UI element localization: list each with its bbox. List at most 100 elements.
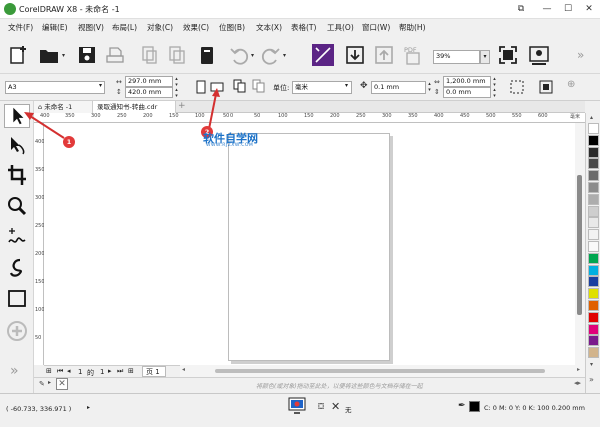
maximize-button[interactable]: ☐ [561,2,575,16]
freehand-tool-icon[interactable] [4,225,30,249]
color-swatch[interactable] [588,311,599,323]
shape-tool-icon[interactable] [4,133,30,157]
zoom-dropdown-icon[interactable]: ▾ [480,50,490,64]
color-swatch[interactable] [588,229,599,241]
horizontal-scroll-thumb[interactable] [215,369,545,373]
nudge-distance-field[interactable]: 0.1 mm [371,81,426,94]
no-color-swatch[interactable]: ✕ [56,378,68,390]
page-size-select[interactable]: A3 [5,81,105,94]
last-page-icon[interactable]: ⏭ [117,367,123,376]
scroll-left-icon[interactable]: ◂ [182,366,185,373]
color-swatch[interactable] [588,170,599,182]
undo-icon[interactable] [228,44,250,66]
minimize-button[interactable]: — [540,2,554,16]
page-size-dropdown-icon[interactable]: ▾ [99,82,102,89]
scroll-right-icon[interactable]: ▸ [577,366,580,373]
close-button[interactable]: ✕ [582,2,596,16]
height-spinner[interactable]: ▴ ▾ [173,87,180,99]
tab-document[interactable]: 录取通知书-转曲.cdr [92,101,176,113]
print-icon[interactable] [104,44,126,66]
add-page-after-icon[interactable]: ⊞ [128,367,134,375]
portrait-icon[interactable] [196,80,206,94]
next-page-icon[interactable]: ▸ [108,367,112,375]
color-swatch[interactable] [588,335,599,347]
color-swatch[interactable] [588,347,599,359]
current-page-icon[interactable] [252,79,266,93]
horizontal-ruler[interactable]: 400 350 300 250 200 150 100 50 0 50 100 … [34,113,585,123]
clipboard-icon[interactable] [196,44,218,66]
redo-icon[interactable] [260,44,282,66]
undo-dropdown-icon[interactable]: ▾ [251,52,257,59]
menu-text[interactable]: 文本(X) [256,22,282,33]
color-swatch[interactable] [588,182,599,193]
nudge-spinner[interactable]: ▴ ▾ [426,81,433,94]
zoom-level-field[interactable]: 39% [433,50,480,64]
palette-scroll-up-icon[interactable]: ▴ [590,114,593,121]
add-page-before-icon[interactable]: ⊞ [46,367,52,375]
units-dropdown-icon[interactable]: ▾ [345,82,348,89]
color-swatch[interactable] [588,205,599,217]
landscape-icon[interactable] [210,82,224,92]
color-swatch[interactable] [588,123,599,134]
menu-view[interactable]: 视图(V) [78,22,104,33]
color-swatch[interactable] [588,217,599,229]
options-icon[interactable] [528,44,550,66]
color-swatch[interactable] [588,193,599,205]
color-swatch[interactable] [588,252,599,264]
rectangle-tool-icon[interactable] [4,287,30,311]
duplicate-y-field[interactable]: 0.0 mm [443,87,491,98]
pick-tool-icon[interactable] [4,104,30,128]
width-spinner[interactable]: ▴ ▾ [173,76,180,88]
color-swatch[interactable] [588,146,599,158]
color-swatch[interactable] [588,134,599,146]
open-folder-icon[interactable] [38,44,60,66]
menu-file[interactable]: 文件(F) [8,22,33,33]
import-arrow-icon[interactable] [344,44,366,66]
all-pages-icon[interactable] [233,79,247,93]
restore-window-icon[interactable]: ⧉ [514,2,528,16]
units-select[interactable]: 毫米 [292,81,352,94]
duplicate-x-spinner[interactable]: ▴ ▾ [491,76,498,88]
menu-window[interactable]: 窗口(W) [362,22,390,33]
import-icon[interactable] [138,44,160,66]
document-palette[interactable]: ✎ ▸ ✕ 将颜色(或对象)拖动至此处，以便将这些颜色与文档存储在一起 ◂▸ [34,377,585,391]
page-tab[interactable]: 页 1 [142,366,166,377]
previous-page-icon[interactable]: ◂ [67,367,71,375]
palette-scroll-icon[interactable]: ◂▸ [574,379,581,387]
menu-bitmaps[interactable]: 位图(B) [219,22,245,33]
color-swatch[interactable] [588,264,599,276]
menu-layout[interactable]: 布局(L) [112,22,137,33]
eyedropper-icon[interactable]: ✎ [39,380,45,388]
menu-edit[interactable]: 编辑(E) [42,22,68,33]
page-width-field[interactable]: 297.0 mm [125,76,173,87]
artistic-media-tool-icon[interactable] [4,256,30,280]
color-swatch[interactable] [588,158,599,170]
add-preset-icon[interactable]: ⊕ [567,79,575,90]
color-swatch[interactable] [588,276,599,288]
color-swatch[interactable] [588,241,599,252]
expand-toolbox-icon[interactable]: » [10,363,19,379]
open-dropdown-icon[interactable]: ▾ [62,52,68,59]
menu-help[interactable]: 帮助(H) [399,22,426,33]
export-arrow-icon[interactable] [373,44,395,66]
crop-tool-icon[interactable] [4,163,30,187]
menu-table[interactable]: 表格(T) [291,22,316,33]
first-page-icon[interactable]: ⏮ [57,367,63,376]
new-tab-icon[interactable]: + [178,101,186,112]
palette-expand-icon[interactable]: » [589,375,594,384]
menu-object[interactable]: 对象(C) [147,22,173,33]
paste-icon[interactable] [166,44,188,66]
tab-welcome[interactable]: ⌂ 未命名 -1 [34,101,92,113]
palette-scroll-down-icon[interactable]: ▾ [590,361,593,368]
save-icon[interactable] [76,44,98,66]
page-border-icon[interactable] [538,79,554,95]
vertical-scroll-thumb[interactable] [577,175,582,315]
duplicate-x-field[interactable]: 1,200.0 mm [443,76,491,87]
search-content-icon[interactable] [312,44,334,66]
color-swatch[interactable] [588,323,599,335]
bleed-icon[interactable] [509,79,525,95]
redo-dropdown-icon[interactable]: ▾ [283,52,289,59]
duplicate-y-spinner[interactable]: ▴ ▾ [491,87,498,99]
vertical-ruler[interactable]: 400 350 300 250 200 150 100 50 [34,123,45,365]
color-proofing-icon[interactable] [288,397,306,414]
